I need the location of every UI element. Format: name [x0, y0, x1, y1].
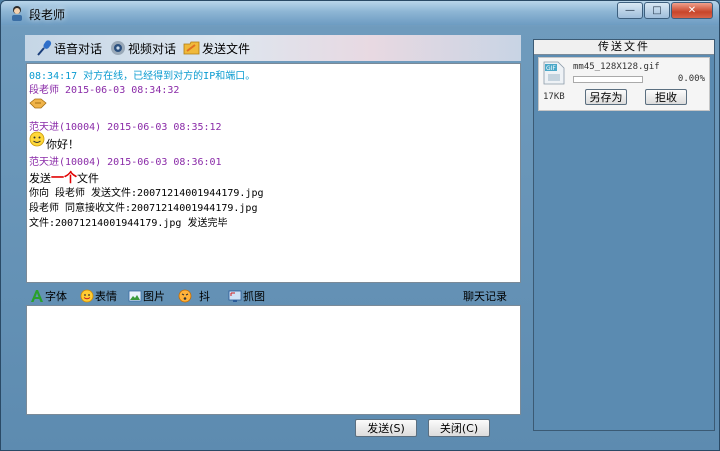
font-label: 字体	[45, 290, 67, 303]
image-icon	[128, 290, 142, 302]
file-transfer-header: 传送文件	[534, 40, 714, 55]
folder-icon	[183, 41, 200, 55]
emoji-icon	[80, 289, 94, 303]
handshake-icon	[29, 98, 47, 109]
screenshot-icon	[228, 290, 242, 302]
transfer-percent: 0.00%	[677, 74, 705, 84]
image-button[interactable]: 图片	[128, 288, 165, 304]
save-as-button[interactable]: 另存为	[585, 89, 627, 105]
reject-button[interactable]: 拒收	[645, 89, 687, 105]
message-input[interactable]	[26, 305, 521, 415]
transfer-file-size: 17KB	[543, 92, 565, 102]
emoji-label: 表情	[95, 290, 117, 303]
close-button[interactable]: 关闭(C)	[428, 419, 490, 437]
user-icon	[12, 6, 22, 21]
log-sender-header: 范天进(10004) 2015-06-03 08:36:01	[29, 157, 222, 168]
screenshot-label: 抓图	[243, 290, 265, 303]
transfer-progress-bar	[573, 76, 643, 83]
maximize-button[interactable]: □	[644, 2, 670, 19]
gif-icon-text: GIF	[546, 65, 556, 72]
chat-window: 段老师 — □ ✕ 语音对话 视频对话 发送文件 08:34:17 对方在线，已…	[0, 0, 720, 451]
log-file-event: 文件:20071214001944179.jpg 发送完毕	[29, 218, 228, 229]
chat-history-button[interactable]: 聊天记录	[463, 288, 507, 304]
transfer-file-name: mm45_128X128.gif	[573, 62, 660, 72]
file-transfer-pane: 传送文件 GIF mm45_128X128.gif 0.00% 17KB 另存为…	[533, 39, 715, 431]
send-file-button[interactable]: 发送文件	[183, 39, 250, 57]
microphone-icon	[37, 40, 52, 56]
voice-chat-label: 语音对话	[54, 41, 103, 56]
video-chat-button[interactable]: 视频对话	[109, 39, 176, 57]
title-bar[interactable]: 段老师 — □ ✕	[1, 1, 719, 25]
chat-log[interactable]: 08:34:17 对方在线，已经得到对方的IP和端口。 段老师 2015-06-…	[26, 63, 521, 283]
log-sender-header: 段老师 2015-06-03 08:34:32	[29, 85, 180, 96]
gif-file-icon: GIF	[543, 61, 565, 85]
voice-chat-button[interactable]: 语音对话	[35, 39, 102, 57]
minimize-button[interactable]: —	[617, 2, 643, 19]
log-sender-header: 范天进(10004) 2015-06-03 08:35:12	[29, 122, 222, 133]
log-file-event: 你向 段老师 发送文件:20071214001944179.jpg	[29, 188, 264, 199]
window-title: 段老师	[29, 8, 66, 22]
close-icon: ✕	[687, 5, 697, 16]
shake-label: 抖	[199, 290, 210, 303]
screenshot-button[interactable]: 抓图	[228, 288, 265, 304]
chat-history-label: 聊天记录	[463, 290, 507, 303]
input-toolbar: 字体 表情 图片 抖 抓图 聊天记录	[26, 287, 521, 305]
send-file-label: 发送文件	[202, 41, 251, 56]
shake-icon	[178, 289, 192, 303]
video-chat-label: 视频对话	[128, 41, 177, 56]
font-icon	[31, 290, 43, 302]
font-button[interactable]: 字体	[30, 288, 67, 304]
image-label: 图片	[143, 290, 165, 303]
reject-label: 拒收	[655, 91, 677, 104]
main-toolbar: 语音对话 视频对话 发送文件	[25, 35, 521, 61]
log-system-message: 08:34:17 对方在线，已经得到对方的IP和端口。	[29, 71, 256, 82]
camera-icon	[111, 41, 125, 55]
emoji-button[interactable]: 表情	[80, 288, 117, 304]
shake-button[interactable]: 抖	[178, 288, 210, 304]
send-button[interactable]: 发送(S)	[355, 419, 417, 437]
close-button-label: 关闭(C)	[439, 422, 479, 435]
close-window-button[interactable]: ✕	[671, 2, 713, 19]
file-transfer-card: GIF mm45_128X128.gif 0.00% 17KB 另存为 拒收	[538, 57, 710, 111]
minimize-icon: —	[625, 5, 635, 16]
smiley-icon	[29, 131, 45, 147]
log-file-event: 段老师 同意接收文件:20071214001944179.jpg	[29, 203, 258, 214]
save-as-label: 另存为	[589, 91, 623, 104]
send-button-label: 发送(S)	[367, 422, 405, 435]
maximize-icon: □	[652, 5, 662, 16]
log-message: 你好！	[46, 138, 79, 151]
caption-buttons: — □ ✕	[616, 2, 713, 19]
